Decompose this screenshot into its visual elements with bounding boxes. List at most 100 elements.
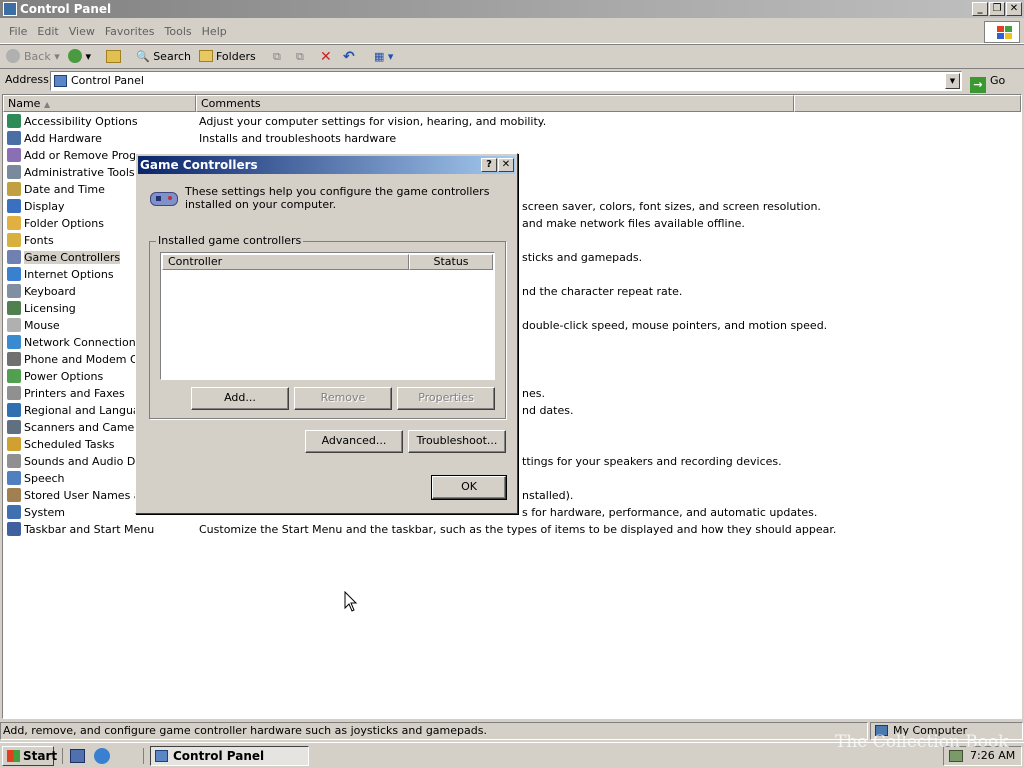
applet-icon [7, 454, 21, 468]
list-item[interactable]: Add Hardware [7, 130, 102, 147]
list-item[interactable]: System [7, 504, 65, 521]
advanced-button[interactable]: Advanced... [305, 430, 403, 453]
copy-to-icon[interactable]: ⧉ [296, 48, 304, 66]
views-button[interactable]: ▦ ▾ [374, 48, 393, 66]
search-button[interactable]: 🔍 Search [136, 48, 191, 66]
game-controllers-dialog: Game Controllers ? ✕ These settings help… [135, 153, 518, 514]
list-item[interactable]: Sounds and Audio Devi [7, 453, 152, 470]
applet-icon [7, 182, 21, 196]
undo-icon[interactable]: ↶ [343, 48, 355, 66]
folders-button[interactable]: Folders [199, 48, 256, 66]
list-item[interactable]: Game Controllers [7, 249, 121, 266]
applet-icon [7, 148, 21, 162]
column-header-blank[interactable] [794, 95, 1021, 112]
list-item[interactable]: Network Connections [7, 334, 141, 351]
applet-icon [7, 522, 21, 536]
close-button[interactable]: ✕ [1006, 2, 1022, 16]
internet-explorer-icon[interactable] [94, 748, 110, 764]
list-item[interactable]: Printers and Faxes [7, 385, 125, 402]
list-item-label: Power Options [24, 370, 104, 383]
applet-icon [7, 335, 21, 349]
applet-icon [7, 505, 21, 519]
list-item-comment: ttings for your speakers and recording d… [522, 455, 782, 468]
list-item[interactable]: Keyboard [7, 283, 76, 300]
list-item[interactable]: Taskbar and Start Menu [7, 521, 154, 538]
remove-button[interactable]: Remove [294, 387, 392, 410]
move-to-icon[interactable]: ⧉ [273, 48, 281, 66]
list-item[interactable]: Fonts [7, 232, 54, 249]
delete-icon[interactable]: ✕ [320, 48, 332, 66]
show-desktop-icon[interactable] [70, 749, 85, 763]
list-item[interactable]: Date and Time [7, 181, 105, 198]
menu-bar: File Edit View Favorites Tools Help [0, 20, 1024, 44]
list-item-label: Scanners and Cameras [24, 421, 152, 434]
add-button[interactable]: Add... [191, 387, 289, 410]
go-button[interactable]: → Go [970, 72, 1005, 93]
list-item[interactable]: Scanners and Cameras [7, 419, 151, 436]
windows-logo-icon [984, 21, 1020, 43]
up-folder-button[interactable] [106, 48, 121, 66]
list-item[interactable]: Licensing [7, 300, 76, 317]
forward-button[interactable]: ▾ [68, 48, 91, 66]
list-item[interactable]: Internet Options [7, 266, 114, 283]
list-item[interactable]: Regional and Language [7, 402, 153, 419]
controllers-listview[interactable]: Controller Status [160, 252, 495, 380]
menu-file[interactable]: File [4, 25, 32, 38]
minimize-button[interactable]: _ [972, 2, 988, 16]
control-panel-icon [54, 75, 67, 87]
list-item[interactable]: Stored User Names and [7, 487, 155, 504]
applet-icon [7, 403, 21, 417]
search-icon: 🔍 [136, 50, 150, 63]
column-header-status[interactable]: Status [409, 254, 493, 270]
address-dropdown-button[interactable]: ▼ [945, 73, 960, 89]
applet-icon [7, 250, 21, 264]
menu-tools[interactable]: Tools [160, 25, 197, 38]
column-header-controller[interactable]: Controller [162, 254, 409, 270]
list-item[interactable]: Mouse [7, 317, 60, 334]
list-item-label: Scheduled Tasks [24, 438, 115, 451]
go-arrow-icon: → [970, 77, 986, 93]
list-item[interactable]: Folder Options [7, 215, 104, 232]
taskbar-control-panel-button[interactable]: Control Panel [150, 746, 309, 766]
window-titlebar[interactable]: Control Panel _ ❐ ✕ [0, 0, 1024, 18]
dialog-description: These settings help you configure the ga… [185, 185, 490, 211]
properties-button[interactable]: Properties [397, 387, 495, 410]
list-item-label: Date and Time [24, 183, 105, 196]
column-header-name[interactable]: Name ▲ [3, 95, 196, 112]
back-button[interactable]: Back ▾ [6, 48, 60, 66]
back-arrow-icon [6, 49, 20, 63]
list-item[interactable]: Display [7, 198, 65, 215]
list-item[interactable]: Power Options [7, 368, 103, 385]
status-text: Add, remove, and configure game controll… [0, 722, 868, 740]
ok-button[interactable]: OK [431, 475, 507, 500]
dialog-help-button[interactable]: ? [481, 158, 497, 172]
start-button[interactable]: Start [2, 746, 57, 766]
menu-favorites[interactable]: Favorites [100, 25, 160, 38]
menu-edit[interactable]: Edit [32, 25, 63, 38]
list-item[interactable]: Phone and Modem Opti [7, 351, 153, 368]
list-item[interactable]: Accessibility Options [7, 113, 138, 130]
list-item-label: Speech [24, 472, 65, 485]
menu-view[interactable]: View [64, 25, 100, 38]
troubleshoot-button[interactable]: Troubleshoot... [408, 430, 506, 453]
standard-toolbar: Back ▾ ▾ 🔍 Search Folders ⧉ ⧉ ✕ ↶ ▦ ▾ [0, 45, 1024, 69]
list-item-comment: Customize the Start Menu and the taskbar… [199, 523, 837, 536]
list-item-label: Phone and Modem Opti [24, 353, 153, 366]
mouse-cursor-icon [344, 591, 358, 612]
list-item[interactable]: Speech [7, 470, 65, 487]
list-item-comment: nd dates. [522, 404, 574, 417]
list-item[interactable]: Scheduled Tasks [7, 436, 115, 453]
address-input[interactable]: Control Panel ▼ [50, 71, 962, 91]
list-item[interactable]: Administrative Tools [7, 164, 135, 181]
up-folder-icon [106, 50, 121, 63]
dialog-titlebar[interactable]: Game Controllers ? ✕ [138, 156, 515, 174]
list-item-label: Folder Options [24, 217, 104, 230]
menu-help[interactable]: Help [197, 25, 232, 38]
restore-button[interactable]: ❐ [989, 2, 1005, 16]
applet-icon [7, 352, 21, 366]
list-item-label: Network Connections [24, 336, 142, 349]
taskbar-divider [143, 748, 144, 764]
column-header-comments[interactable]: Comments [196, 95, 794, 112]
dialog-close-button[interactable]: ✕ [498, 158, 514, 172]
list-item-comment: nd the character repeat rate. [522, 285, 683, 298]
